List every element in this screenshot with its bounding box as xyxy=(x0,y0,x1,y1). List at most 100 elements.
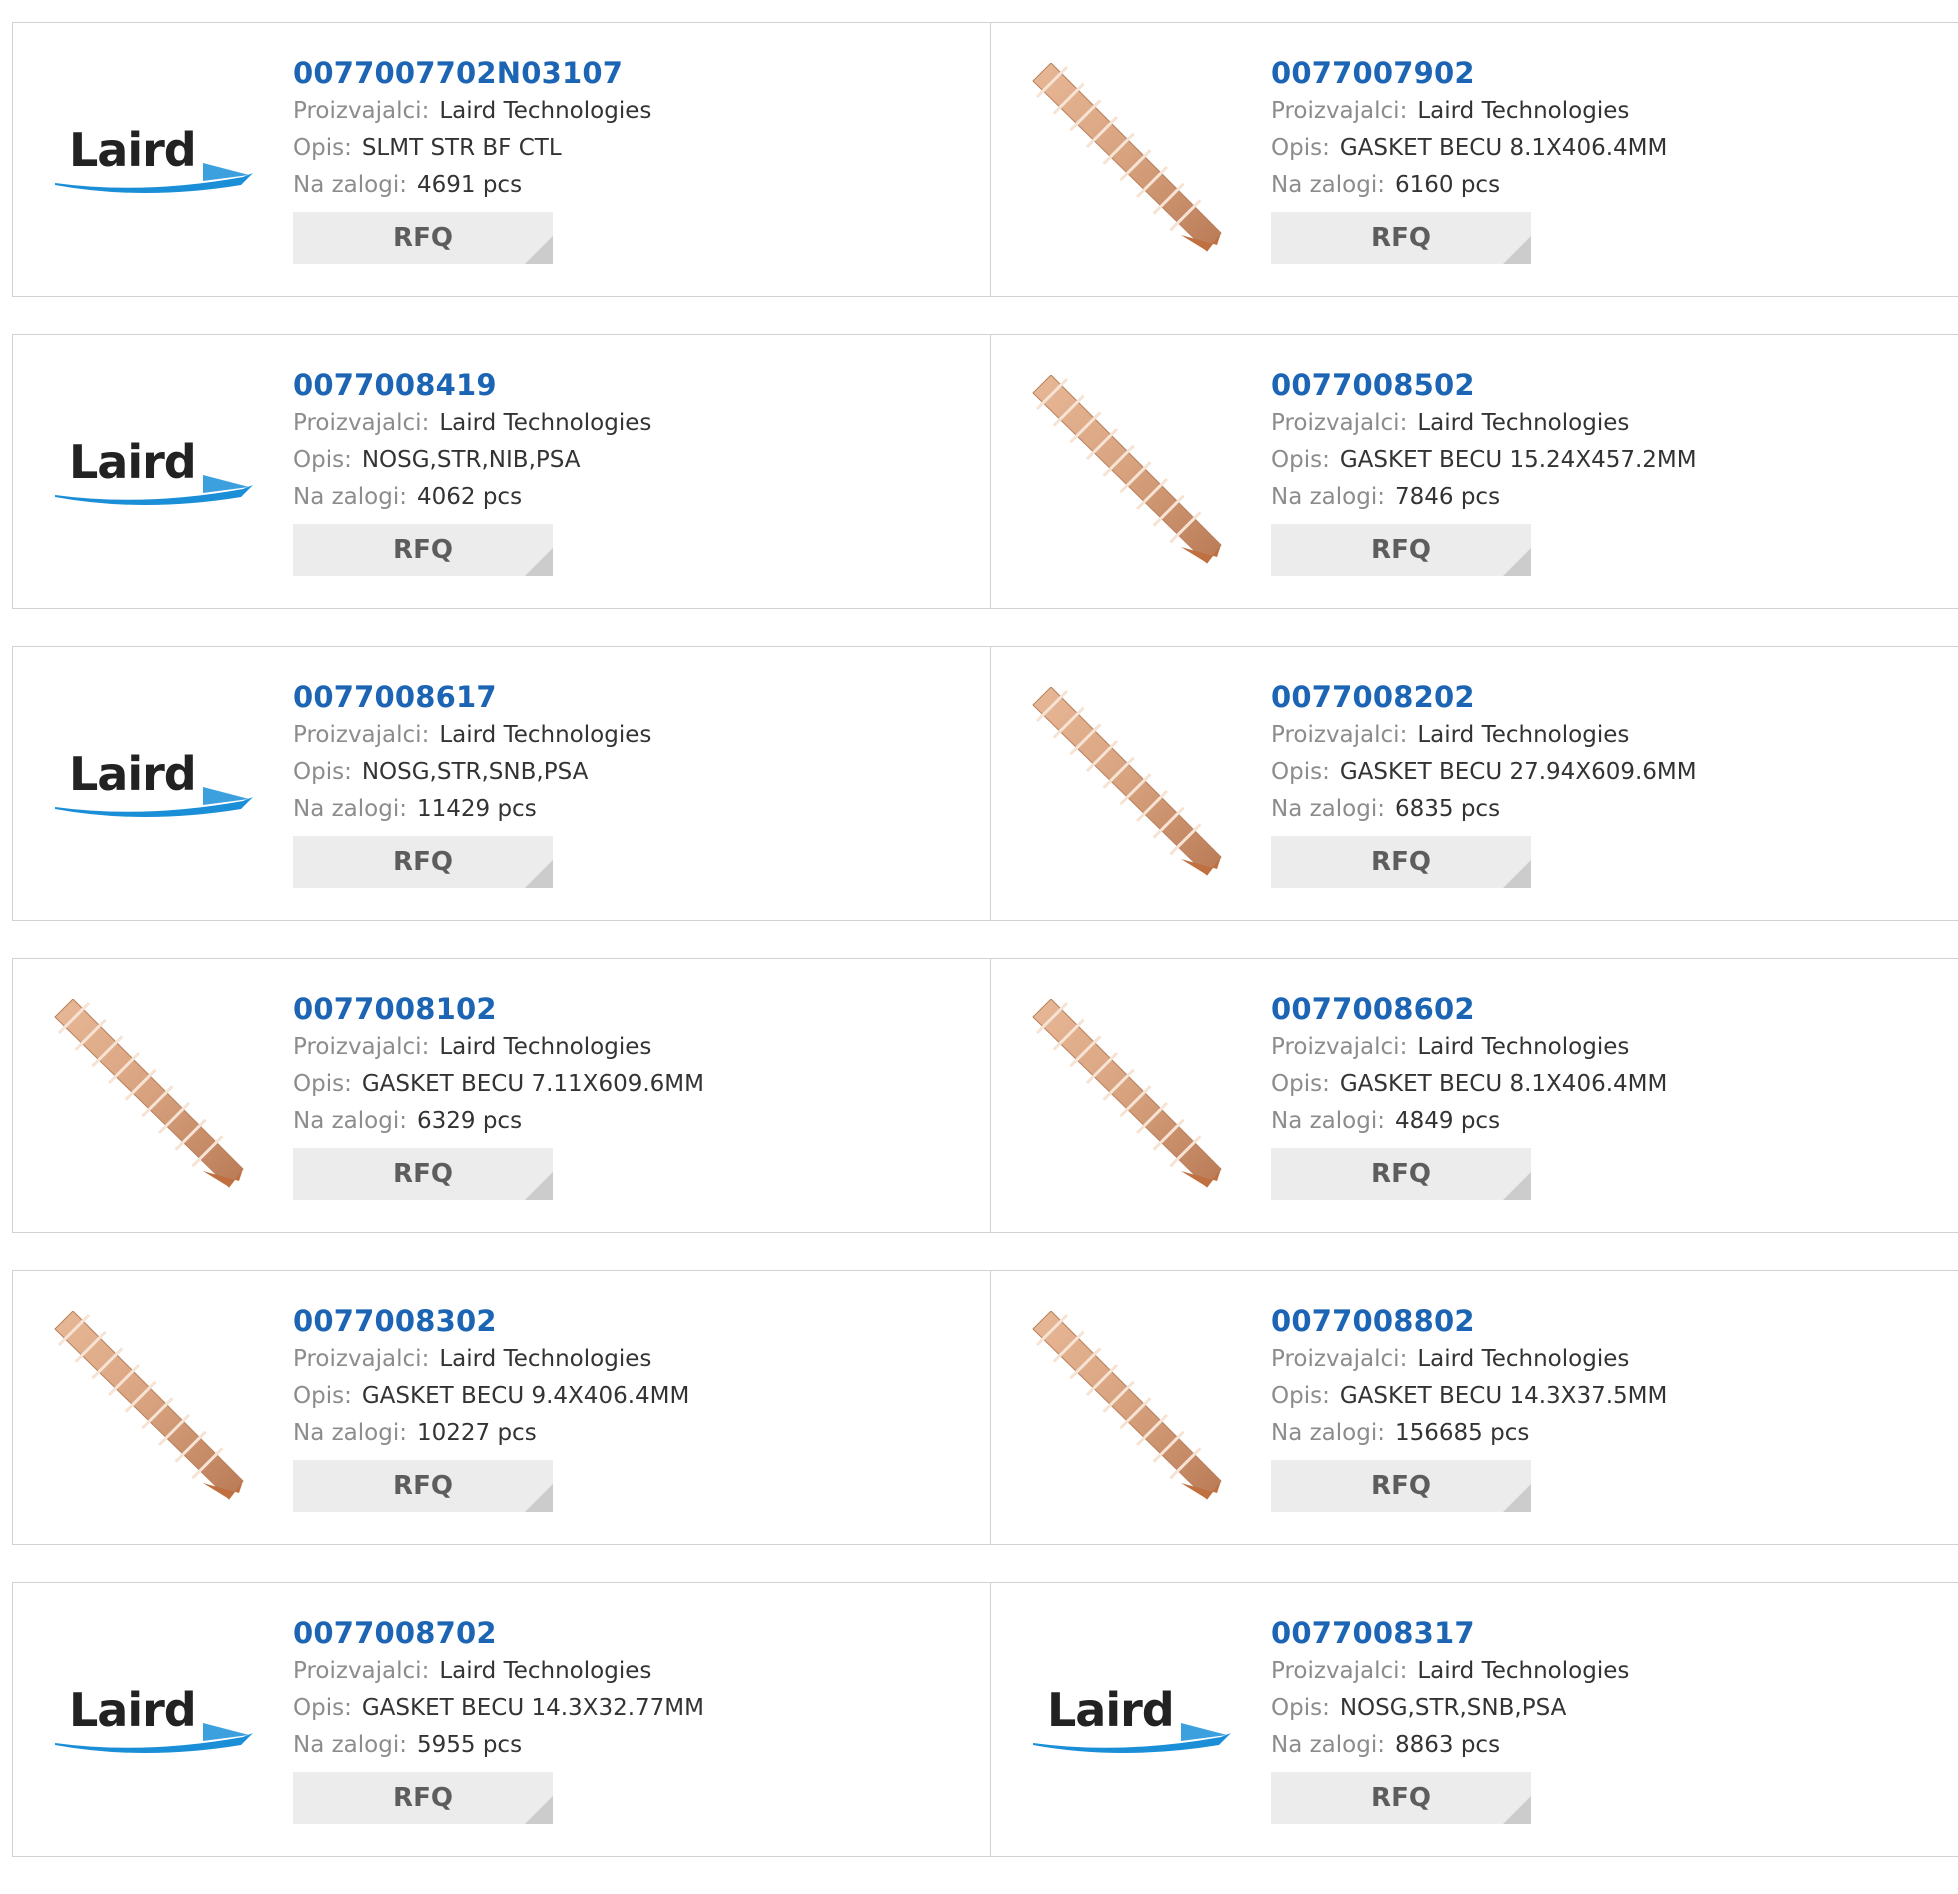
product-image[interactable]: Laird xyxy=(53,63,255,263)
manufacturer-label: Proizvajalci: xyxy=(293,1658,430,1684)
description-label: Opis: xyxy=(1271,135,1330,161)
part-number-link[interactable]: 0077007702N03107 xyxy=(293,53,651,93)
description-line: Opis: GASKET BECU 14.3X32.77MM xyxy=(293,1690,704,1727)
description-line: Opis: GASKET BECU 9.4X406.4MM xyxy=(293,1378,689,1415)
description-line: Opis: GASKET BECU 8.1X406.4MM xyxy=(1271,130,1667,167)
manufacturer-label: Proizvajalci: xyxy=(1271,1346,1408,1372)
part-number-link[interactable]: 0077008317 xyxy=(1271,1613,1629,1653)
corner-triangle-icon xyxy=(525,1172,553,1200)
product-image[interactable] xyxy=(1031,375,1233,575)
part-number-link[interactable]: 0077008602 xyxy=(1271,989,1667,1029)
part-number-link[interactable]: 0077008102 xyxy=(293,989,704,1029)
manufacturer-label: Proizvajalci: xyxy=(293,1346,430,1372)
manufacturer-value: Laird Technologies xyxy=(439,98,652,124)
product-grid: Laird 0077007702N03107 Proizvajalci: Laird … xyxy=(12,22,1958,1894)
description-value: GASKET BECU 14.3X32.77MM xyxy=(361,1695,704,1721)
description-label: Opis: xyxy=(1271,759,1330,785)
description-line: Opis: NOSG,STR,SNB,PSA xyxy=(293,754,651,791)
product-info: 0077008802 Proizvajalci: Laird Technologie… xyxy=(1271,1301,1667,1512)
product-image[interactable] xyxy=(1031,999,1233,1199)
rfq-button[interactable]: RFQ xyxy=(293,1148,553,1200)
product-info: 0077008317 Proizvajalci: Laird Technologie… xyxy=(1271,1613,1629,1824)
logo-wordmark: Laird xyxy=(69,123,197,177)
rfq-label: RFQ xyxy=(393,1159,453,1189)
rfq-label: RFQ xyxy=(393,1783,453,1813)
rfq-button[interactable]: RFQ xyxy=(1271,1772,1531,1824)
stock-label: Na zalogi: xyxy=(293,796,407,822)
part-number-link[interactable]: 0077007902 xyxy=(1271,53,1667,93)
stock-line: Na zalogi: 4691 pcs xyxy=(293,167,651,204)
rfq-label: RFQ xyxy=(393,847,453,877)
stock-value: 156685 pcs xyxy=(1394,1420,1530,1446)
product-image[interactable]: Laird xyxy=(53,375,255,575)
description-line: Opis: GASKET BECU 8.1X406.4MM xyxy=(1271,1066,1667,1103)
logo-wordmark: Laird xyxy=(69,747,197,801)
corner-triangle-icon xyxy=(1503,1172,1531,1200)
part-number-link[interactable]: 0077008617 xyxy=(293,677,651,717)
rfq-button[interactable]: RFQ xyxy=(1271,212,1531,264)
manufacturer-line: Proizvajalci: Laird Technologies xyxy=(1271,405,1697,442)
rfq-label: RFQ xyxy=(1371,1159,1431,1189)
part-number-link[interactable]: 0077008202 xyxy=(1271,677,1697,717)
gasket-strip-icon xyxy=(1032,1311,1222,1500)
rfq-button[interactable]: RFQ xyxy=(1271,524,1531,576)
corner-triangle-icon xyxy=(1503,860,1531,888)
corner-triangle-icon xyxy=(525,1484,553,1512)
product-info: 0077008419 Proizvajalci: Laird Technologie… xyxy=(293,365,651,576)
manufacturer-line: Proizvajalci: Laird Technologies xyxy=(1271,93,1667,130)
manufacturer-value: Laird Technologies xyxy=(439,1658,652,1684)
stock-value: 6160 pcs xyxy=(1394,172,1501,198)
part-number-link[interactable]: 0077008302 xyxy=(293,1301,689,1341)
description-label: Opis: xyxy=(293,1383,352,1409)
rfq-label: RFQ xyxy=(1371,1471,1431,1501)
description-label: Opis: xyxy=(1271,447,1330,473)
rfq-label: RFQ xyxy=(1371,1783,1431,1813)
part-number-link[interactable]: 0077008419 xyxy=(293,365,651,405)
description-line: Opis: GASKET BECU 15.24X457.2MM xyxy=(1271,442,1697,479)
rfq-button[interactable]: RFQ xyxy=(293,1772,553,1824)
product-image[interactable]: Laird xyxy=(1031,1623,1233,1823)
stock-label: Na zalogi: xyxy=(1271,1420,1385,1446)
description-line: Opis: NOSG,STR,NIB,PSA xyxy=(293,442,651,479)
stock-value: 4062 pcs xyxy=(416,484,523,510)
stock-line: Na zalogi: 8863 pcs xyxy=(1271,1727,1629,1764)
description-value: NOSG,STR,NIB,PSA xyxy=(361,447,581,473)
stock-line: Na zalogi: 4062 pcs xyxy=(293,479,651,516)
rfq-button[interactable]: RFQ xyxy=(293,524,553,576)
stock-value: 10227 pcs xyxy=(416,1420,537,1446)
rfq-button[interactable]: RFQ xyxy=(293,836,553,888)
part-number-link[interactable]: 0077008802 xyxy=(1271,1301,1667,1341)
product-image[interactable] xyxy=(53,1311,255,1511)
product-image[interactable] xyxy=(1031,1311,1233,1511)
product-image[interactable] xyxy=(53,999,255,1199)
rfq-button[interactable]: RFQ xyxy=(1271,1460,1531,1512)
product-image[interactable]: Laird xyxy=(53,1623,255,1823)
manufacturer-line: Proizvajalci: Laird Technologies xyxy=(293,1341,689,1378)
manufacturer-line: Proizvajalci: Laird Technologies xyxy=(1271,1029,1667,1066)
part-number-link[interactable]: 0077008702 xyxy=(293,1613,704,1653)
manufacturer-value: Laird Technologies xyxy=(439,410,652,436)
product-image[interactable] xyxy=(1031,63,1233,263)
laird-logo: Laird xyxy=(53,747,255,827)
manufacturer-line: Proizvajalci: Laird Technologies xyxy=(293,717,651,754)
product-image[interactable]: Laird xyxy=(53,687,255,887)
product-image[interactable] xyxy=(1031,687,1233,887)
manufacturer-label: Proizvajalci: xyxy=(1271,98,1408,124)
description-line: Opis: GASKET BECU 7.11X609.6MM xyxy=(293,1066,704,1103)
description-value: NOSG,STR,SNB,PSA xyxy=(1339,1695,1567,1721)
rfq-button[interactable]: RFQ xyxy=(293,212,553,264)
stock-line: Na zalogi: 6835 pcs xyxy=(1271,791,1697,828)
description-label: Opis: xyxy=(293,759,352,785)
logo-wordmark: Laird xyxy=(69,1683,197,1737)
stock-line: Na zalogi: 6160 pcs xyxy=(1271,167,1667,204)
stock-label: Na zalogi: xyxy=(293,172,407,198)
stock-label: Na zalogi: xyxy=(1271,172,1385,198)
part-number-link[interactable]: 0077008502 xyxy=(1271,365,1697,405)
rfq-button[interactable]: RFQ xyxy=(293,1460,553,1512)
rfq-button[interactable]: RFQ xyxy=(1271,836,1531,888)
rfq-button[interactable]: RFQ xyxy=(1271,1148,1531,1200)
manufacturer-line: Proizvajalci: Laird Technologies xyxy=(1271,717,1697,754)
corner-triangle-icon xyxy=(1503,1484,1531,1512)
product-info: 0077008202 Proizvajalci: Laird Technologie… xyxy=(1271,677,1697,888)
rfq-label: RFQ xyxy=(393,223,453,253)
